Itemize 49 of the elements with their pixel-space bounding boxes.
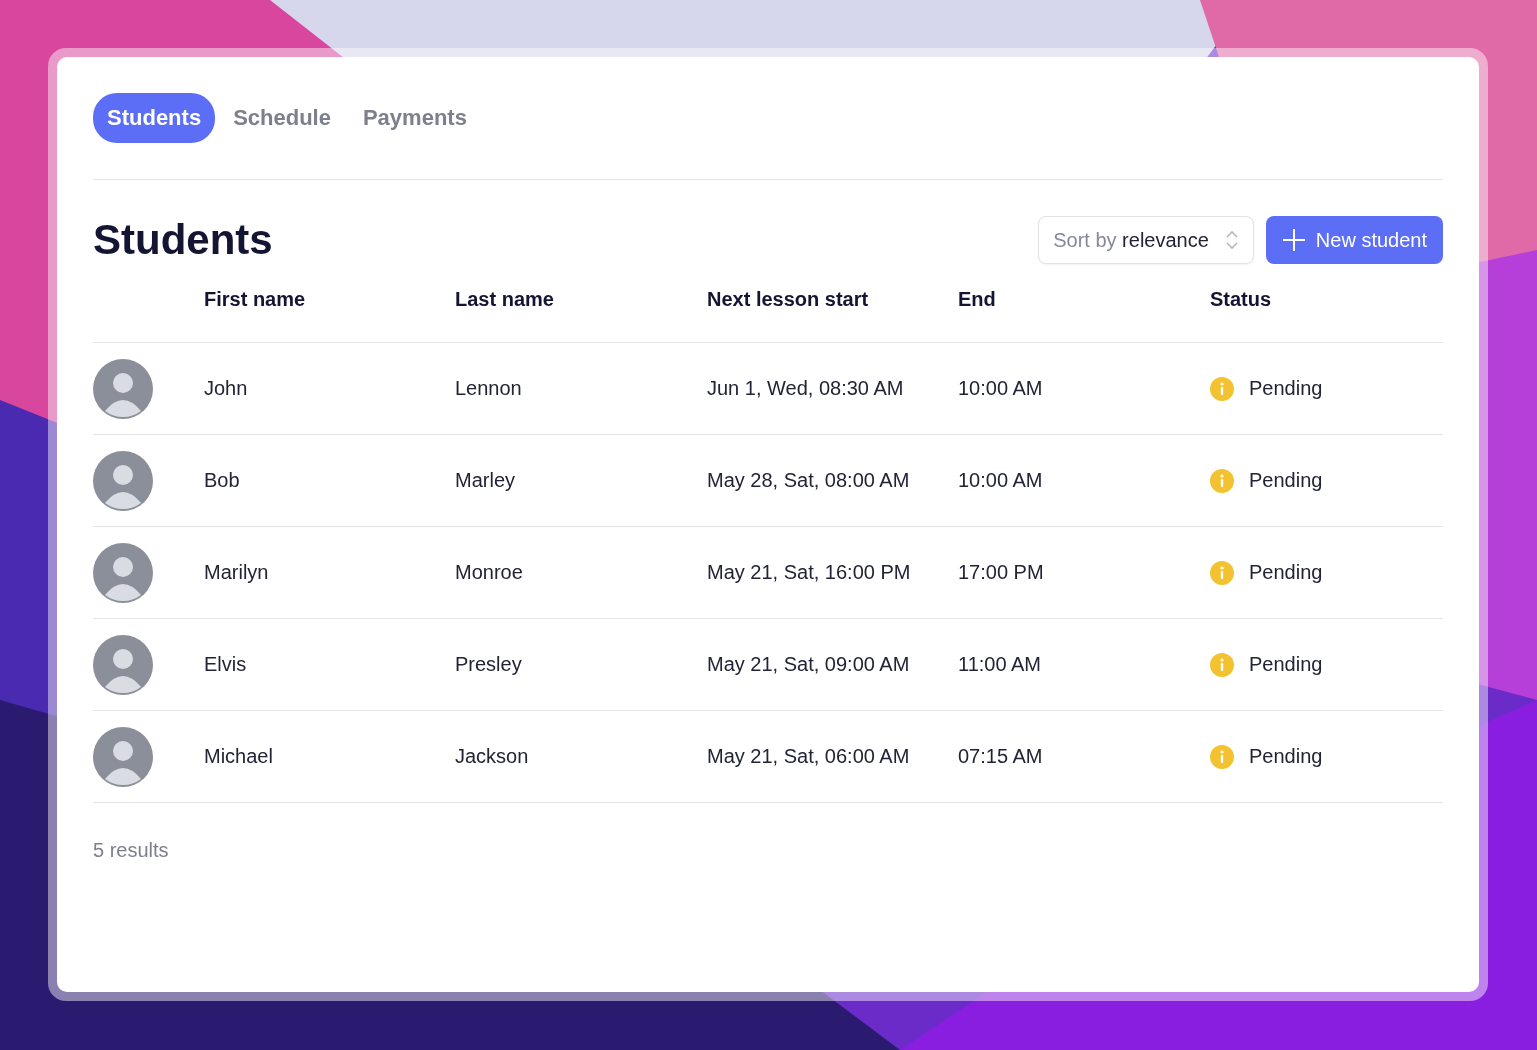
page-title: Students <box>93 216 273 264</box>
info-icon <box>1210 652 1234 677</box>
sort-icon <box>1224 229 1239 251</box>
avatar-icon <box>93 358 153 419</box>
info-icon <box>1210 468 1234 493</box>
table-cell: Monroe <box>455 561 523 583</box>
status-label: Pending <box>1249 469 1323 492</box>
table-cell: Elvis <box>204 653 247 675</box>
info-icon <box>1210 744 1234 769</box>
table-cell: 11:00 AM <box>958 653 1042 675</box>
column-header: Status <box>1210 288 1272 310</box>
table-cell: Bob <box>204 469 240 491</box>
table-cell: Jun 1, Wed, 08:30 AM <box>707 377 904 399</box>
table-cell: 17:00 PM <box>958 561 1044 583</box>
table-cell: May 21, Sat, 06:00 AM <box>707 745 910 767</box>
avatar-icon <box>93 634 153 695</box>
table-cell: Lennon <box>455 377 522 399</box>
avatar-icon <box>93 450 153 511</box>
sort-dropdown[interactable]: Sort by relevance <box>1038 216 1254 264</box>
tab[interactable]: Payments <box>348 93 481 143</box>
table-cell: Marilyn <box>204 561 269 583</box>
avatar-icon <box>93 726 153 787</box>
tab[interactable]: Schedule <box>219 93 345 143</box>
status-label: Pending <box>1249 561 1323 584</box>
column-header: Last name <box>455 288 554 310</box>
table-cell: May 21, Sat, 09:00 AM <box>707 653 910 675</box>
info-icon <box>1210 560 1234 585</box>
table-cell: John <box>204 377 248 399</box>
table-cell: Presley <box>455 653 522 675</box>
plus-icon <box>1281 228 1306 252</box>
table-cell: 10:00 AM <box>958 377 1043 399</box>
tab[interactable]: Students <box>93 93 216 143</box>
status-label: Pending <box>1249 745 1323 768</box>
table-cell: May 21, Sat, 16:00 PM <box>707 561 911 583</box>
status-label: Pending <box>1249 377 1323 400</box>
new-student-button[interactable]: New student <box>1265 216 1443 264</box>
column-header: End <box>958 288 996 310</box>
table-cell: 10:00 AM <box>958 469 1043 491</box>
table-cell: 07:15 AM <box>958 745 1043 767</box>
column-header: Next lesson start <box>707 288 869 310</box>
table-cell: Michael <box>204 745 273 767</box>
table-cell: Marley <box>455 469 515 491</box>
table-cell: May 28, Sat, 08:00 AM <box>707 469 910 491</box>
column-header: First name <box>204 288 306 310</box>
status-label: Pending <box>1249 653 1323 676</box>
avatar-icon <box>93 542 153 603</box>
results-count: 5 results <box>93 839 170 862</box>
table-cell: Jackson <box>455 745 529 767</box>
info-icon <box>1210 376 1234 401</box>
